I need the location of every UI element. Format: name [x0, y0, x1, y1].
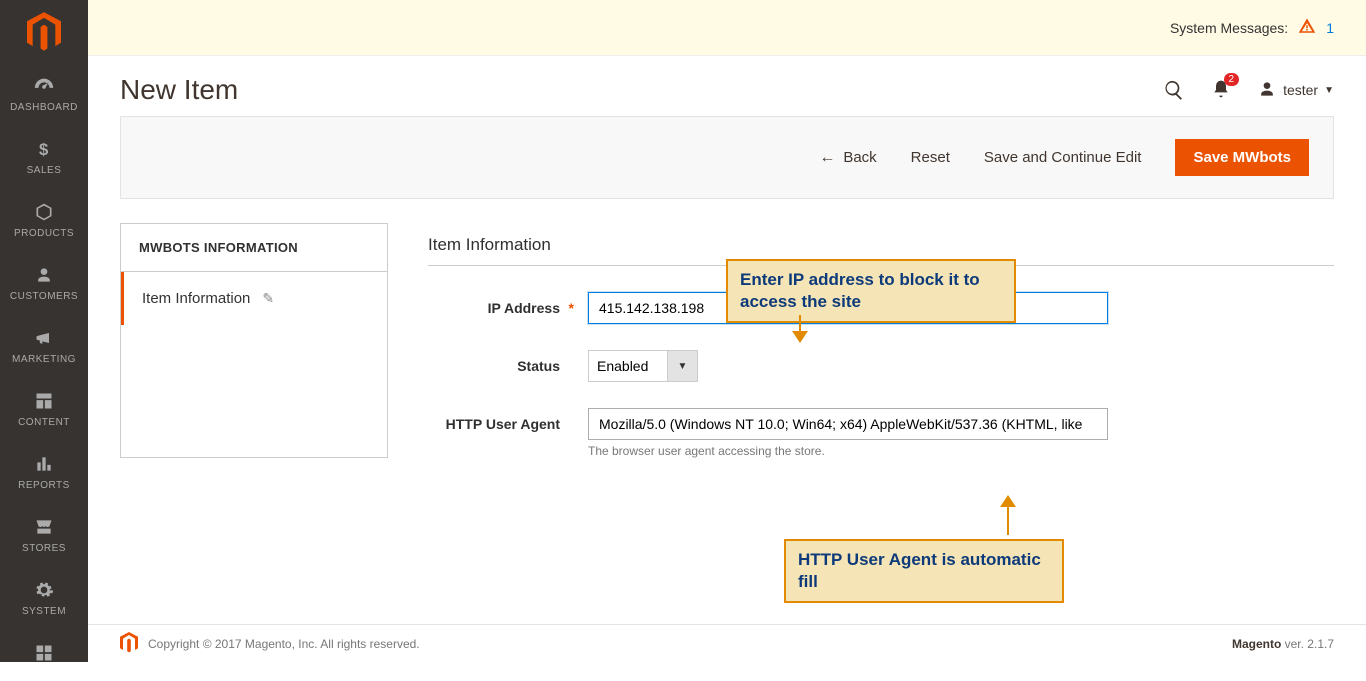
arrow-left-icon: ← [819, 149, 835, 167]
user-name: tester [1283, 82, 1318, 98]
page-header: New Item 2 tester ▼ [88, 56, 1366, 116]
status-select-wrap: ▼ [588, 350, 698, 382]
sidebar-label: DASHBOARD [10, 102, 78, 113]
gear-icon [32, 578, 56, 602]
back-button[interactable]: ← Back [819, 149, 876, 167]
sidebar-label: SYSTEM [22, 606, 66, 617]
required-star-icon: * [569, 300, 574, 316]
sidebar-item-products[interactable]: PRODUCTS [0, 188, 88, 251]
sidebar-item-sales[interactable]: $ SALES [0, 125, 88, 188]
bell-icon [1211, 86, 1231, 102]
page-footer: Copyright © 2017 Magento, Inc. All right… [88, 624, 1366, 662]
sidebar-item-content[interactable]: CONTENT [0, 377, 88, 440]
sidebar-item-marketing[interactable]: MARKETING [0, 314, 88, 377]
form-side-panel: MWBOTS INFORMATION Item Information ✎ [120, 223, 388, 458]
layout-icon [32, 389, 56, 413]
megaphone-icon [32, 326, 56, 350]
dollar-icon: $ [32, 137, 56, 161]
cube-icon [32, 200, 56, 224]
sidebar-item-system[interactable]: SYSTEM [0, 566, 88, 629]
status-select[interactable] [588, 350, 668, 382]
footer-left: Copyright © 2017 Magento, Inc. All right… [120, 632, 420, 656]
gauge-icon [32, 74, 56, 98]
user-agent-hint: The browser user agent accessing the sto… [588, 444, 1334, 458]
save-button[interactable]: Save MWbots [1175, 139, 1309, 176]
chevron-down-icon: ▼ [1324, 85, 1334, 96]
action-bar: ← Back Reset Save and Continue Edit Save… [120, 116, 1334, 199]
back-label: Back [843, 149, 876, 166]
sidebar-item-extensions[interactable] [0, 629, 88, 681]
person-icon [32, 263, 56, 287]
header-actions: 2 tester ▼ [1163, 79, 1334, 102]
sidebar-item-customers[interactable]: CUSTOMERS [0, 251, 88, 314]
footer-right: Magento ver. 2.1.7 [1232, 637, 1334, 651]
sidebar-item-dashboard[interactable]: DASHBOARD [0, 62, 88, 125]
svg-text:$: $ [39, 140, 49, 159]
annotation-arrow-down-icon [788, 315, 812, 346]
save-continue-button[interactable]: Save and Continue Edit [984, 149, 1142, 166]
grid-icon [32, 641, 56, 665]
user-menu[interactable]: tester ▼ [1257, 79, 1334, 102]
sidebar-label: PRODUCTS [14, 228, 74, 239]
form-row-status: Status ▼ [428, 350, 1334, 382]
notifications-button[interactable]: 2 [1211, 79, 1231, 102]
status-dropdown-button[interactable]: ▼ [668, 350, 698, 382]
annotation-callout-ip: Enter IP address to block it to access t… [726, 259, 1016, 323]
sidebar-label: CONTENT [18, 417, 70, 428]
user-icon [1257, 79, 1277, 102]
side-panel-tab-item-info[interactable]: Item Information ✎ [121, 272, 387, 325]
user-agent-input[interactable] [588, 408, 1108, 440]
version-number: ver. 2.1.7 [1281, 637, 1334, 651]
admin-sidebar: DASHBOARD $ SALES PRODUCTS CUSTOMERS MAR… [0, 0, 88, 662]
pencil-icon: ✎ [262, 290, 274, 307]
annotation-callout-ua: HTTP User Agent is automatic fill [784, 539, 1064, 603]
side-panel-heading: MWBOTS INFORMATION [121, 224, 387, 272]
main-area: System Messages: 1 New Item 2 tester ▼ ←… [88, 0, 1366, 662]
system-messages-label: System Messages: [1170, 20, 1288, 36]
system-messages-bar: System Messages: 1 [88, 0, 1366, 56]
status-label: Status [428, 358, 588, 374]
warning-icon[interactable] [1298, 17, 1316, 38]
sidebar-label: MARKETING [12, 354, 76, 365]
ip-label-text: IP Address [488, 300, 560, 316]
sidebar-label: REPORTS [18, 480, 70, 491]
copyright-text: Copyright © 2017 Magento, Inc. All right… [148, 637, 420, 651]
reset-button[interactable]: Reset [911, 149, 950, 166]
system-messages-count[interactable]: 1 [1326, 20, 1334, 36]
storefront-icon [32, 515, 56, 539]
sidebar-item-stores[interactable]: STORES [0, 503, 88, 566]
form-row-user-agent: HTTP User Agent [428, 408, 1334, 440]
content-row: MWBOTS INFORMATION Item Information ✎ It… [88, 199, 1366, 458]
version-label: Magento [1232, 637, 1281, 651]
bar-chart-icon [32, 452, 56, 476]
sidebar-item-reports[interactable]: REPORTS [0, 440, 88, 503]
notification-badge: 2 [1224, 73, 1240, 86]
user-agent-label: HTTP User Agent [428, 416, 588, 432]
page-title: New Item [120, 74, 238, 106]
sidebar-label: SALES [27, 165, 62, 176]
annotation-arrow-up-icon [996, 495, 1020, 538]
magento-logo[interactable] [24, 12, 64, 52]
ip-address-label: IP Address * [428, 300, 588, 316]
magento-logo-small [120, 632, 138, 656]
side-panel-item-label: Item Information [142, 290, 250, 307]
search-icon[interactable] [1163, 79, 1185, 101]
sidebar-label: STORES [22, 543, 66, 554]
sidebar-label: CUSTOMERS [10, 291, 78, 302]
